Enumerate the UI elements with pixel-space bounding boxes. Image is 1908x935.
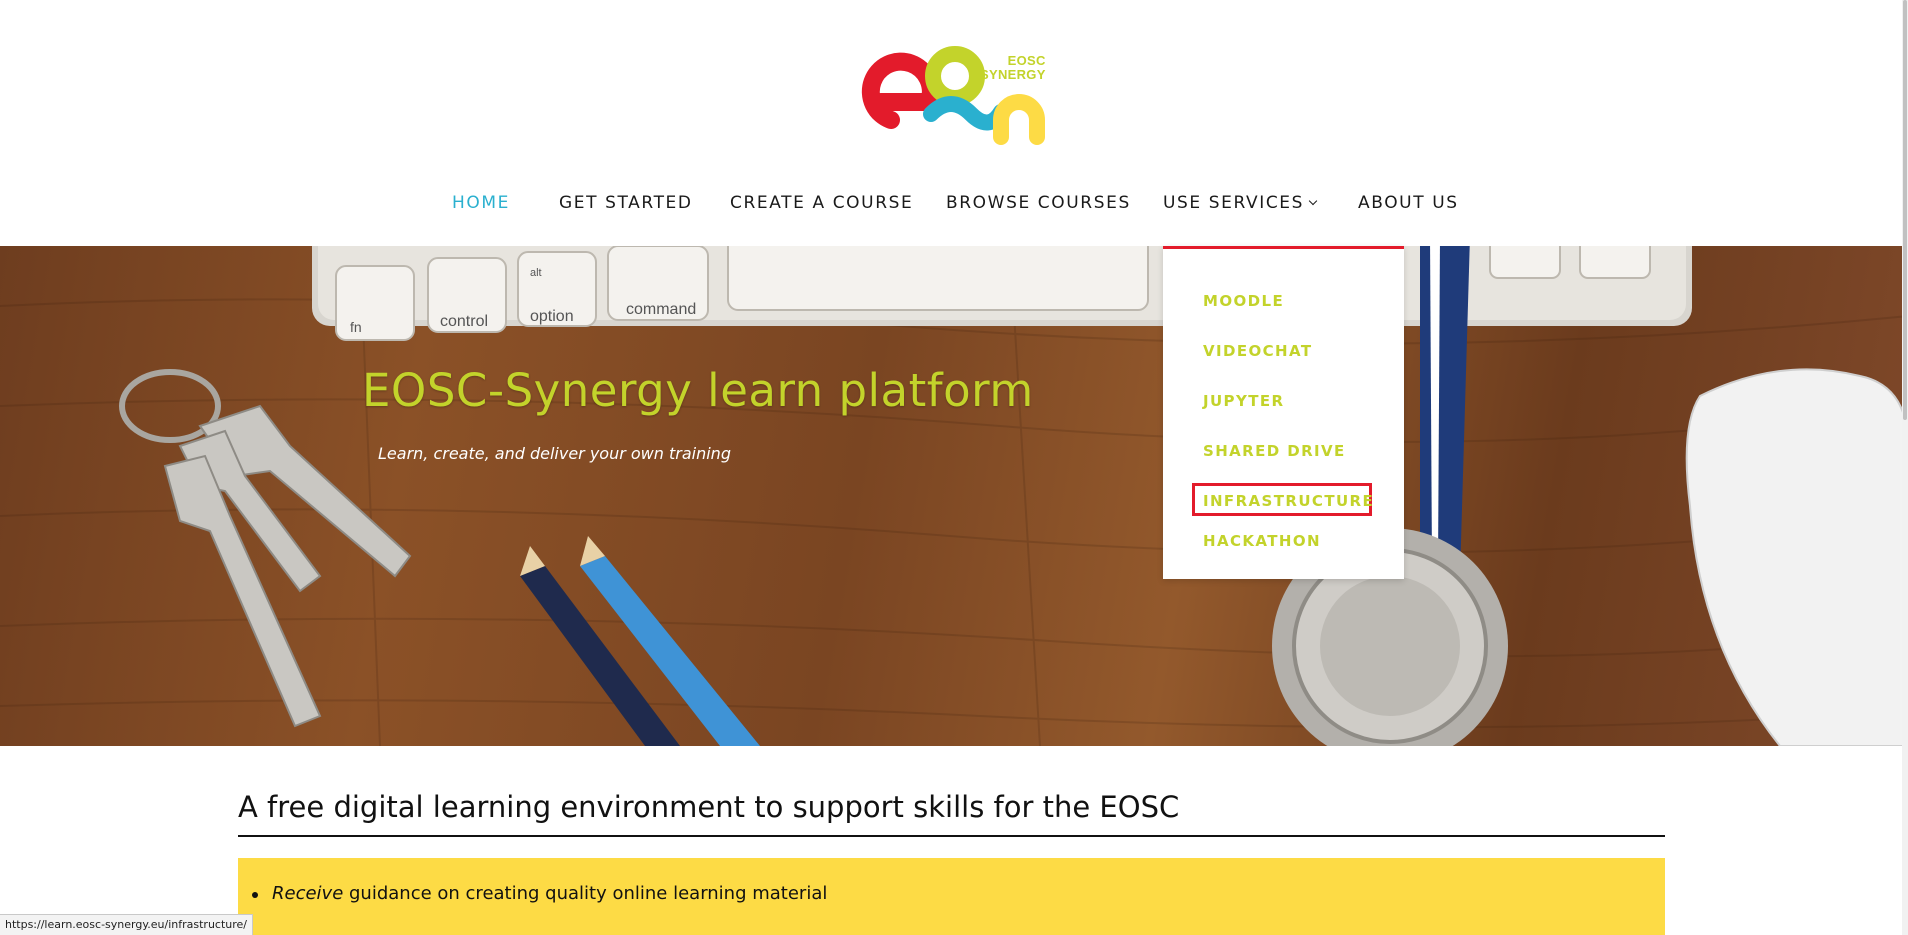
key-command-label: command (626, 301, 696, 318)
page: EOSC SYNERGY HOME GET STARTED CREATE A C… (0, 0, 1908, 935)
key-control-label: control (440, 313, 488, 330)
section-heading: A free digital learning environment to s… (238, 790, 1180, 824)
nav-home[interactable]: HOME (452, 193, 510, 213)
hero-subtitle: Learn, create, and deliver your own trai… (378, 444, 731, 463)
nav-create-a-course[interactable]: CREATE A COURSE (730, 193, 913, 213)
logo-text-synergy: SYNERGY (980, 67, 1046, 82)
site-header: EOSC SYNERGY HOME GET STARTED CREATE A C… (0, 0, 1908, 246)
bullet-icon (252, 892, 258, 898)
section-divider (238, 835, 1665, 837)
chevron-down-icon (1308, 196, 1318, 206)
key-fn-label: fn (350, 319, 362, 335)
nav-get-started[interactable]: GET STARTED (559, 193, 693, 213)
nav-use-services[interactable]: USE SERVICES (1163, 193, 1318, 213)
nav-browse-courses[interactable]: BROWSE COURSES (946, 193, 1131, 213)
nav-use-services-label: USE SERVICES (1163, 193, 1305, 213)
dropdown-item-hackathon[interactable]: HACKATHON (1203, 532, 1321, 550)
hero-banner: fn control alt option command EOSC-Syner… (0, 246, 1908, 746)
dropdown-item-moodle[interactable]: MOODLE (1203, 292, 1284, 310)
nav-about-us[interactable]: ABOUT US (1358, 193, 1459, 213)
dropdown-item-jupyter[interactable]: JUPYTER (1203, 392, 1284, 410)
main-navigation: HOME GET STARTED CREATE A COURSE BROWSE … (0, 193, 1908, 223)
scrollbar-thumb[interactable] (1903, 0, 1907, 420)
dropdown-item-shared-drive[interactable]: SHARED DRIVE (1203, 442, 1346, 460)
key-alt-label: alt (530, 267, 542, 279)
vertical-scrollbar[interactable] (1902, 0, 1908, 935)
feature-emphasis: Receive (272, 883, 344, 904)
features-box: Receive guidance on creating quality onl… (238, 858, 1665, 935)
use-services-dropdown: MOODLE VIDEOCHAT JUPYTER SHARED DRIVE IN… (1163, 246, 1404, 579)
hero-background-image: fn control alt option command (0, 246, 1908, 746)
dropdown-item-infrastructure[interactable]: INFRASTRUCTURE (1203, 492, 1374, 510)
feature-list-item: Receive guidance on creating quality onl… (272, 883, 827, 904)
dropdown-item-videochat[interactable]: VIDEOCHAT (1203, 342, 1312, 360)
logo-wordmark: EOSC SYNERGY (980, 54, 1046, 82)
logo-text-eosc: EOSC (1007, 53, 1046, 68)
hero-title: EOSC-Synergy learn platform (362, 364, 1034, 417)
key-option-label: option (530, 308, 574, 325)
status-bar-url: https://learn.eosc-synergy.eu/infrastruc… (0, 914, 253, 935)
feature-text: guidance on creating quality online lear… (343, 883, 828, 904)
